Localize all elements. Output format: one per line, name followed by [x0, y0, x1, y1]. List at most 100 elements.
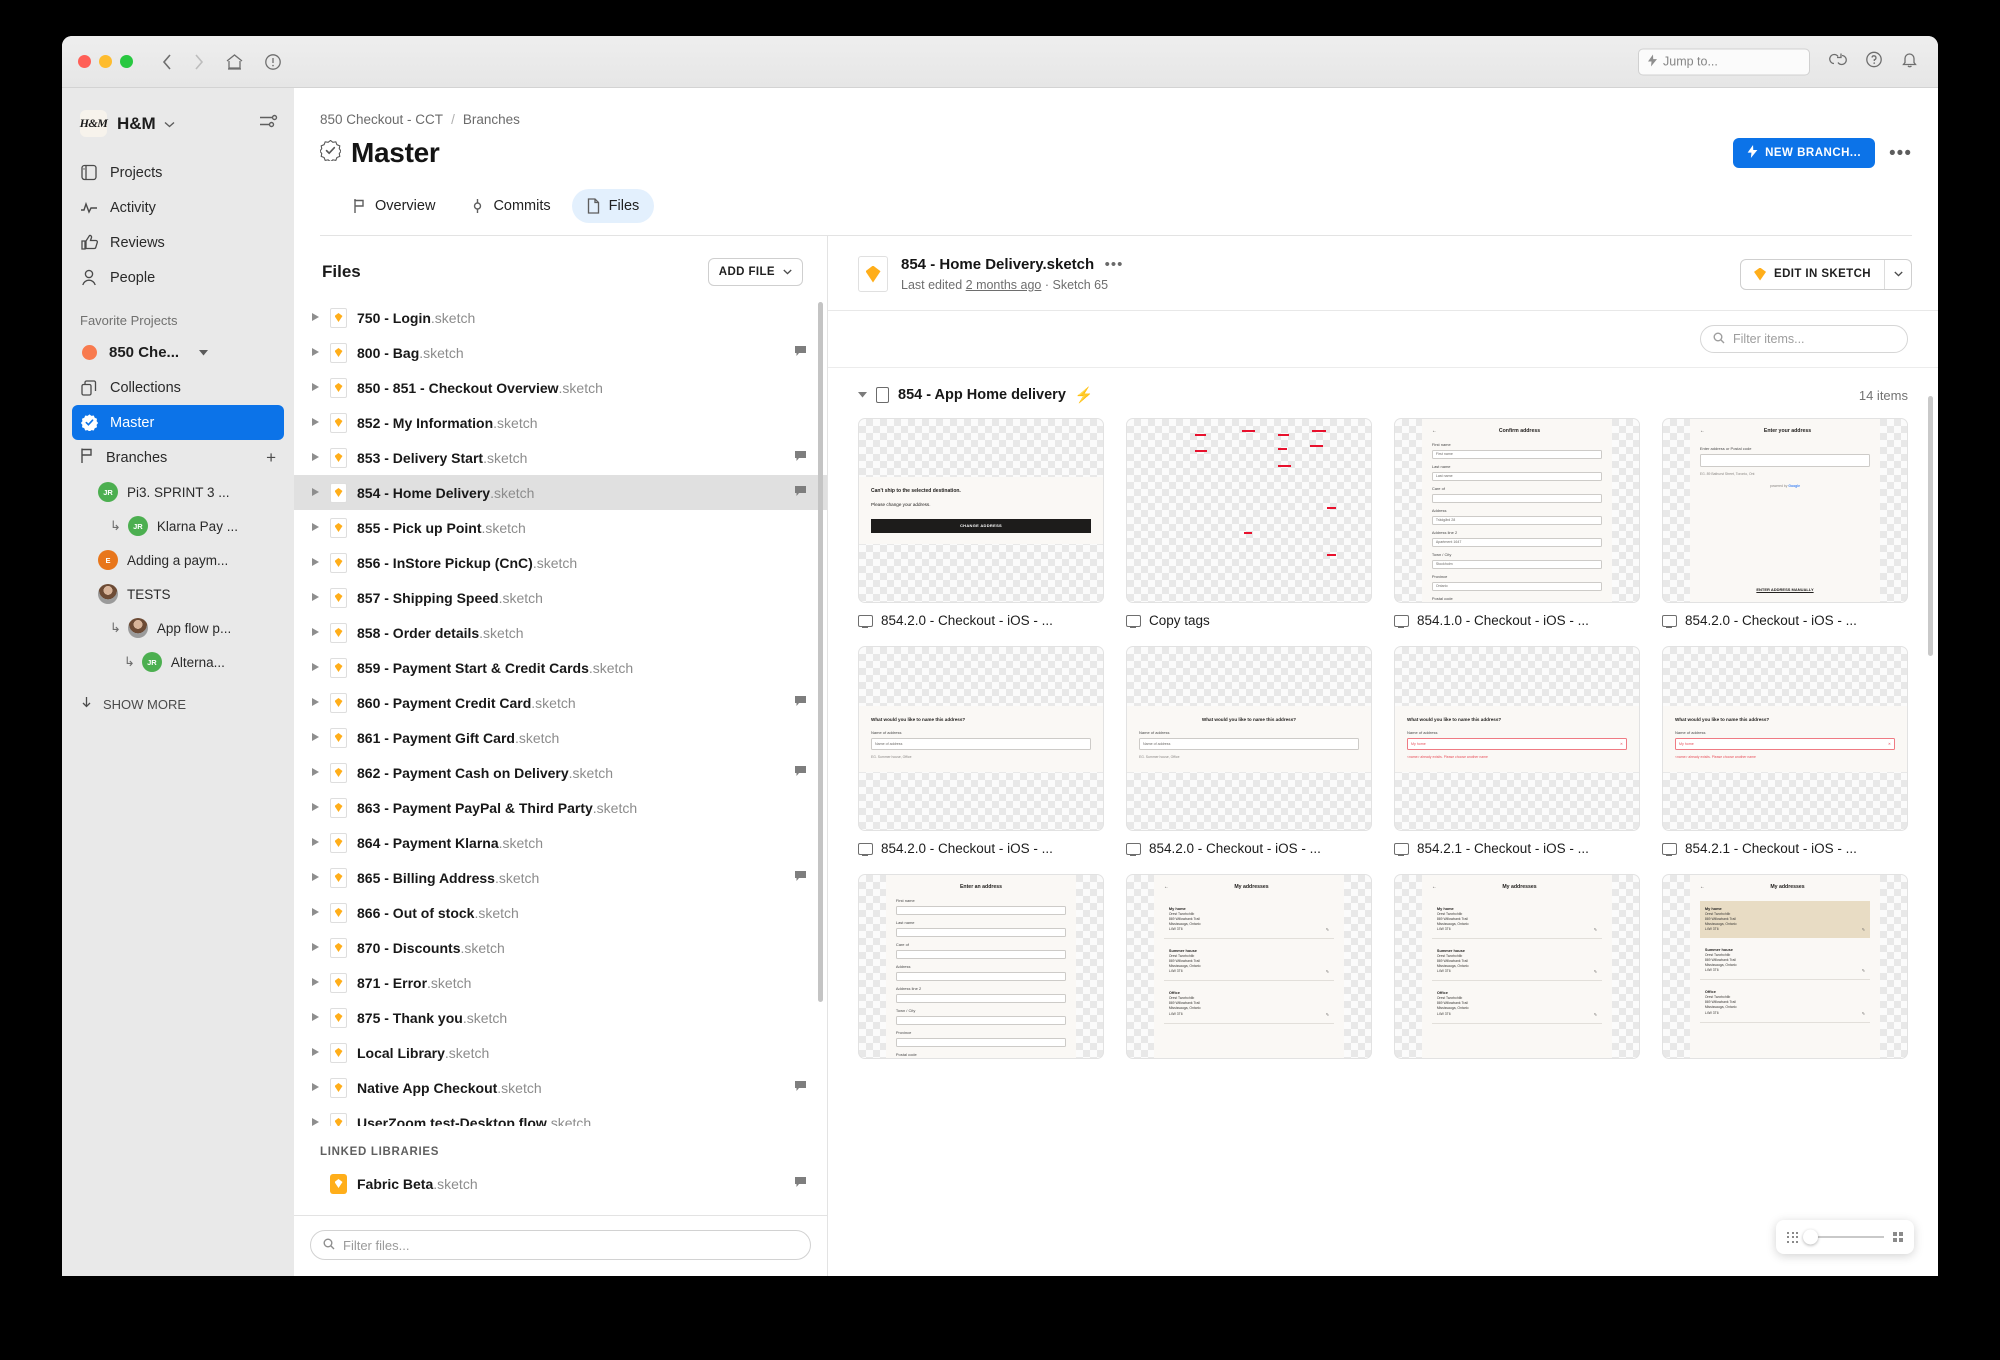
artboard-thumbnail[interactable]: What would you like to name this address…: [1662, 646, 1908, 831]
artboard-thumbnail[interactable]: ← Enter your address Enter address or Post…: [1662, 418, 1908, 603]
last-edited-time[interactable]: 2 months ago: [966, 278, 1042, 292]
sidebar-item-projects[interactable]: Projects: [72, 155, 284, 190]
edit-pencil-icon[interactable]: ✎: [1326, 1012, 1329, 1018]
edit-in-sketch-label-wrap[interactable]: EDIT IN SKETCH: [1741, 260, 1884, 289]
address-card[interactable]: Office Orest Tworbchlib 869 Willowbank Tra…: [1700, 984, 1870, 1022]
sidebar-branch-item[interactable]: TESTS: [72, 577, 284, 611]
file-row[interactable]: 853 - Delivery Start.sketch: [294, 440, 827, 475]
large-grid-icon[interactable]: [1893, 1232, 1904, 1243]
artboard-card[interactable]: Copy tags: [1126, 418, 1372, 628]
files-list[interactable]: 750 - Login.sketch 800 - Bag.sketch 850 - …: [294, 300, 827, 1126]
artboard-thumbnail[interactable]: What would you like to name this address…: [1126, 646, 1372, 831]
expand-triangle-icon[interactable]: [310, 1118, 320, 1127]
sidebar-item-favorite-project[interactable]: 850 Che...: [72, 335, 284, 370]
add-branch-button[interactable]: +: [266, 449, 276, 466]
artboard-card[interactable]: ← My addresses My home Orest Tworbchlib 869 …: [1662, 874, 1908, 1059]
comment-flag-icon[interactable]: [794, 485, 807, 501]
artboard-card[interactable]: What would you like to name this address…: [1662, 646, 1908, 856]
expand-triangle-icon[interactable]: [310, 1083, 320, 1093]
new-branch-button[interactable]: NEW BRANCH...: [1733, 138, 1875, 168]
expand-triangle-icon[interactable]: [310, 628, 320, 638]
artboard-card[interactable]: What would you like to name this address…: [1126, 646, 1372, 856]
file-row[interactable]: 866 - Out of stock.sketch: [294, 895, 827, 930]
address-card[interactable]: Office Orest Tworbchlib 869 Willowbank Tra…: [1432, 985, 1602, 1023]
expand-triangle-icon[interactable]: [310, 453, 320, 463]
artboard-thumbnail[interactable]: What would you like to name this address…: [858, 646, 1104, 831]
expand-triangle-icon[interactable]: [310, 488, 320, 498]
artboard-thumbnail[interactable]: [1126, 418, 1372, 603]
sidebar-item-people[interactable]: People: [72, 260, 284, 295]
comment-flag-icon[interactable]: [794, 695, 807, 711]
ellipsis-icon[interactable]: •••: [1105, 256, 1124, 273]
file-row[interactable]: 859 - Payment Start & Credit Cards.sketc…: [294, 650, 827, 685]
expand-triangle-icon[interactable]: [310, 663, 320, 673]
edit-pencil-icon[interactable]: ✎: [1862, 968, 1865, 974]
comment-flag-icon[interactable]: [794, 450, 807, 466]
expand-triangle-icon[interactable]: [310, 803, 320, 813]
edit-pencil-icon[interactable]: ✎: [1862, 927, 1865, 933]
artboard-card[interactable]: Can't ship to the selected destination. P…: [858, 418, 1104, 628]
artboard-card[interactable]: ← My addresses My home Orest Tworbchlib 869 …: [1394, 874, 1640, 1059]
file-row[interactable]: 855 - Pick up Point.sketch: [294, 510, 827, 545]
expand-triangle-icon[interactable]: [310, 1013, 320, 1023]
close-window-button[interactable]: [78, 55, 91, 68]
expand-triangle-icon[interactable]: [310, 383, 320, 393]
filter-items-input[interactable]: Filter items...: [1700, 325, 1908, 353]
artboard-thumbnail[interactable]: ← My addresses My home Orest Tworbchlib 869 …: [1394, 874, 1640, 1059]
comment-flag-icon[interactable]: [794, 345, 807, 361]
expand-triangle-icon[interactable]: [310, 873, 320, 883]
comment-flag-icon[interactable]: [794, 1176, 807, 1192]
file-row[interactable]: 856 - InStore Pickup (CnC).sketch: [294, 545, 827, 580]
comment-flag-icon[interactable]: [794, 870, 807, 886]
artboard-thumbnail[interactable]: Enter an address First name Last name Care …: [858, 874, 1104, 1059]
address-card[interactable]: Summer house Orest Tworbchlib 869 Willowba…: [1432, 943, 1602, 981]
chevron-down-icon[interactable]: [858, 391, 867, 400]
sidebar-branch-item[interactable]: ↳ JR Alterna...: [72, 645, 284, 679]
show-more-button[interactable]: SHOW MORE: [72, 689, 284, 719]
file-row[interactable]: 854 - Home Delivery.sketch: [294, 475, 827, 510]
expand-triangle-icon[interactable]: [310, 943, 320, 953]
expand-triangle-icon[interactable]: [310, 838, 320, 848]
file-row[interactable]: 865 - Billing Address.sketch: [294, 860, 827, 895]
edit-pencil-icon[interactable]: ✎: [1326, 927, 1329, 933]
zoom-slider[interactable]: [1807, 1236, 1884, 1238]
sidebar-branches-header[interactable]: Branches +: [72, 440, 284, 475]
back-chevron-icon[interactable]: [161, 53, 173, 71]
address-card[interactable]: Summer house Orest Tworbchlib 869 Willowba…: [1164, 943, 1334, 981]
sidebar-branch-item[interactable]: JR Pi3. SPRINT 3 ...: [72, 475, 284, 509]
edit-pencil-icon[interactable]: ✎: [1594, 927, 1597, 933]
breadcrumb-project[interactable]: 850 Checkout - CCT: [320, 112, 443, 127]
file-row[interactable]: 800 - Bag.sketch: [294, 335, 827, 370]
expand-triangle-icon[interactable]: [310, 593, 320, 603]
artboard-card[interactable]: ← My addresses My home Orest Tworbchlib 869 …: [1126, 874, 1372, 1059]
file-row[interactable]: 864 - Payment Klarna.sketch: [294, 825, 827, 860]
edit-in-sketch-button[interactable]: EDIT IN SKETCH: [1740, 259, 1912, 290]
artboard-card[interactable]: ← Confirm address First name First name Last…: [1394, 418, 1640, 628]
small-grid-icon[interactable]: [1787, 1232, 1798, 1243]
tab-overview[interactable]: Overview: [338, 189, 450, 223]
artboard-thumbnail[interactable]: Can't ship to the selected destination. P…: [858, 418, 1104, 603]
file-row[interactable]: 871 - Error.sketch: [294, 965, 827, 1000]
artboard-card[interactable]: What would you like to name this address…: [858, 646, 1104, 856]
jump-to-search[interactable]: Jump to...: [1638, 48, 1810, 75]
files-pane-scrollbar[interactable]: [818, 302, 823, 1002]
breadcrumb-section[interactable]: Branches: [463, 112, 520, 127]
sidebar-item-activity[interactable]: Activity: [72, 190, 284, 225]
file-row[interactable]: 863 - Payment PayPal & Third Party.sketc…: [294, 790, 827, 825]
file-row[interactable]: 852 - My Information.sketch: [294, 405, 827, 440]
file-row[interactable]: UserZoom test-Desktop flow.sketch: [294, 1105, 827, 1126]
file-row[interactable]: 750 - Login.sketch: [294, 300, 827, 335]
sidebar-item-master[interactable]: Master: [72, 405, 284, 440]
address-card[interactable]: My home Orest Tworbchlib 869 Willowbank Tr…: [1164, 901, 1334, 939]
add-file-button[interactable]: ADD FILE: [708, 258, 803, 286]
sidebar-item-reviews[interactable]: Reviews: [72, 225, 284, 260]
edit-pencil-icon[interactable]: ✎: [1326, 969, 1329, 975]
artboard-thumbnail[interactable]: ← My addresses My home Orest Tworbchlib 869 …: [1126, 874, 1372, 1059]
file-row[interactable]: 870 - Discounts.sketch: [294, 930, 827, 965]
expand-triangle-icon[interactable]: [310, 1048, 320, 1058]
sliders-icon[interactable]: [259, 113, 278, 134]
preview-scrollbar[interactable]: [1928, 396, 1933, 656]
maximize-window-button[interactable]: [120, 55, 133, 68]
artboard-group-header[interactable]: 854 - App Home delivery ⚡ 14 items: [828, 368, 1938, 418]
expand-triangle-icon[interactable]: [310, 733, 320, 743]
